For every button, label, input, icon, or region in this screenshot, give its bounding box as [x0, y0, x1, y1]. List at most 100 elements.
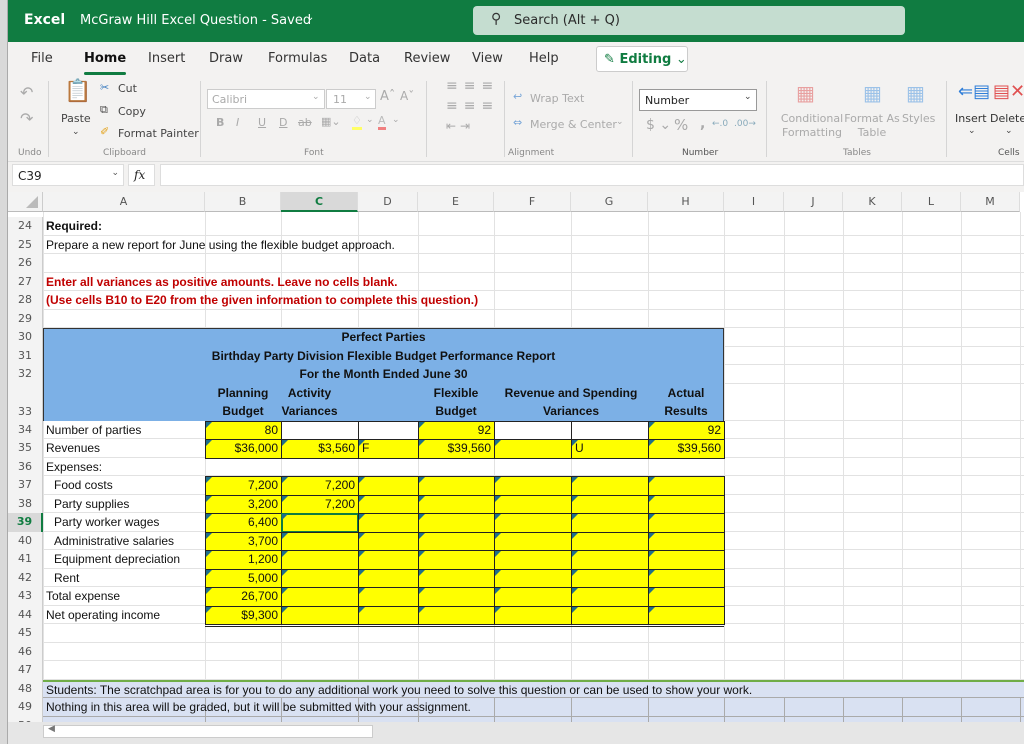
- cell-revspend_fu[interactable]: [571, 605, 649, 625]
- italic-icon[interactable]: I: [236, 116, 239, 129]
- cell-flexible[interactable]: [418, 568, 495, 588]
- underline-icon[interactable]: U: [258, 116, 266, 129]
- cell-actual[interactable]: [648, 587, 725, 607]
- double-underline-icon[interactable]: D: [279, 116, 287, 129]
- cell-activity[interactable]: $3,560: [281, 439, 359, 459]
- row-header-34[interactable]: 34: [8, 420, 43, 439]
- cell-planning[interactable]: 3,700: [205, 531, 282, 551]
- cell-planning[interactable]: 1,200: [205, 550, 282, 570]
- cell-actual[interactable]: [648, 476, 725, 496]
- cell-activity_fu[interactable]: [358, 513, 419, 533]
- column-header-a[interactable]: A: [43, 192, 205, 212]
- cell-revspend_fu[interactable]: U: [571, 439, 649, 459]
- cell-activity_fu[interactable]: [358, 476, 419, 496]
- cell-revspend[interactable]: [494, 568, 572, 588]
- cell-revspend[interactable]: [494, 513, 572, 533]
- row-header-35[interactable]: 35: [8, 439, 43, 458]
- scrollbar-thumb[interactable]: [43, 725, 373, 738]
- row-header-25[interactable]: 25: [8, 235, 43, 254]
- cell-flexible[interactable]: [418, 587, 495, 607]
- cell-activity[interactable]: [281, 587, 359, 607]
- row-header-24[interactable]: 24: [8, 217, 43, 236]
- column-header-k[interactable]: K: [843, 192, 902, 212]
- horizontal-scrollbar[interactable]: ◀: [8, 722, 1024, 744]
- shrink-font-icon[interactable]: Aˇ: [400, 89, 414, 103]
- cell-activity_fu[interactable]: [358, 568, 419, 588]
- cell-activity_fu[interactable]: [358, 605, 419, 625]
- cell-revspend[interactable]: [494, 494, 572, 514]
- align-horizontal-icons[interactable]: ≡≡≡: [446, 98, 499, 114]
- cell-activity_fu[interactable]: [358, 531, 419, 551]
- cell-flexible[interactable]: [418, 550, 495, 570]
- cell-actual[interactable]: $39,560: [648, 439, 725, 459]
- cell-activity[interactable]: [281, 531, 359, 551]
- cell-flexible[interactable]: 92: [418, 420, 495, 440]
- row-header-30[interactable]: 30: [8, 328, 43, 347]
- cell-activity[interactable]: 7,200: [281, 494, 359, 514]
- row-header-39[interactable]: 39: [8, 513, 43, 532]
- cell-planning[interactable]: $36,000: [205, 439, 282, 459]
- tab-help[interactable]: Help: [529, 51, 559, 66]
- column-header-f[interactable]: F: [494, 192, 571, 212]
- cell-planning[interactable]: 26,700: [205, 587, 282, 607]
- cell-actual[interactable]: [648, 531, 725, 551]
- cell-actual[interactable]: [648, 568, 725, 588]
- tab-file[interactable]: File: [31, 51, 53, 66]
- tab-view[interactable]: View: [472, 51, 503, 66]
- editing-mode-button[interactable]: ✎ Editing ⌄: [596, 46, 688, 72]
- tab-review[interactable]: Review: [404, 51, 450, 66]
- tab-draw[interactable]: Draw: [209, 51, 243, 66]
- row-header-44[interactable]: 44: [8, 605, 43, 624]
- cell-flexible[interactable]: [418, 513, 495, 533]
- chevron-down-icon[interactable]: ⌄: [306, 12, 314, 23]
- bold-icon[interactable]: B: [216, 116, 224, 129]
- cell-actual[interactable]: [648, 513, 725, 533]
- undo-icon[interactable]: ↶: [20, 83, 33, 102]
- cell-actual[interactable]: [648, 605, 725, 625]
- strikethrough-icon[interactable]: ab: [298, 116, 312, 129]
- select-all-button[interactable]: [8, 192, 43, 212]
- align-top-icons[interactable]: ≡≡≡: [446, 78, 499, 94]
- cell-flexible[interactable]: [418, 476, 495, 496]
- row-header-45[interactable]: 45: [8, 624, 43, 643]
- row-header-36[interactable]: 36: [8, 457, 43, 476]
- row-header-48[interactable]: 48: [8, 679, 43, 698]
- cell-activity[interactable]: [281, 550, 359, 570]
- name-box[interactable]: C39 ⌄: [12, 164, 124, 186]
- row-header-27[interactable]: 27: [8, 272, 43, 291]
- cell-revspend[interactable]: [494, 550, 572, 570]
- grow-font-icon[interactable]: Aˆ: [380, 89, 395, 104]
- row-header-42[interactable]: 42: [8, 568, 43, 587]
- column-header-j[interactable]: J: [784, 192, 843, 212]
- row-header-47[interactable]: 47: [8, 661, 43, 680]
- cell-revspend_fu[interactable]: [571, 476, 649, 496]
- cell-revspend[interactable]: [494, 476, 572, 496]
- column-header-e[interactable]: E: [418, 192, 494, 212]
- search-box[interactable]: ⚲ Search (Alt + Q): [473, 6, 905, 35]
- comma-style-icon[interactable]: ,: [700, 116, 705, 132]
- row-header-43[interactable]: 43: [8, 587, 43, 606]
- row-header-41[interactable]: 41: [8, 550, 43, 569]
- tab-formulas[interactable]: Formulas: [268, 51, 327, 66]
- column-header-c[interactable]: C: [281, 192, 358, 212]
- cell-planning[interactable]: 80: [205, 420, 282, 440]
- increase-decimal-icon[interactable]: ←.0: [712, 119, 728, 129]
- cell-planning[interactable]: 7,200: [205, 476, 282, 496]
- row-header-40[interactable]: 40: [8, 531, 43, 550]
- row-header-49[interactable]: 49: [8, 698, 43, 717]
- cell-revspend_fu[interactable]: [571, 550, 649, 570]
- cell-revspend_fu[interactable]: [571, 587, 649, 607]
- document-title[interactable]: McGraw Hill Excel Question - Saved: [80, 13, 311, 28]
- cell-revspend[interactable]: [494, 587, 572, 607]
- column-header-l[interactable]: L: [902, 192, 961, 212]
- cell-activity[interactable]: 7,200: [281, 476, 359, 496]
- cell-revspend[interactable]: [494, 605, 572, 625]
- cell-actual[interactable]: [648, 550, 725, 570]
- fx-icon[interactable]: fx: [128, 164, 155, 186]
- row-header-33[interactable]: 33: [8, 383, 43, 421]
- row-header-37[interactable]: 37: [8, 476, 43, 495]
- font-name-select[interactable]: Calibri ⌄: [207, 89, 325, 109]
- percent-icon[interactable]: %: [674, 116, 688, 134]
- redo-icon[interactable]: ↷: [20, 109, 33, 128]
- column-header-m[interactable]: M: [961, 192, 1020, 212]
